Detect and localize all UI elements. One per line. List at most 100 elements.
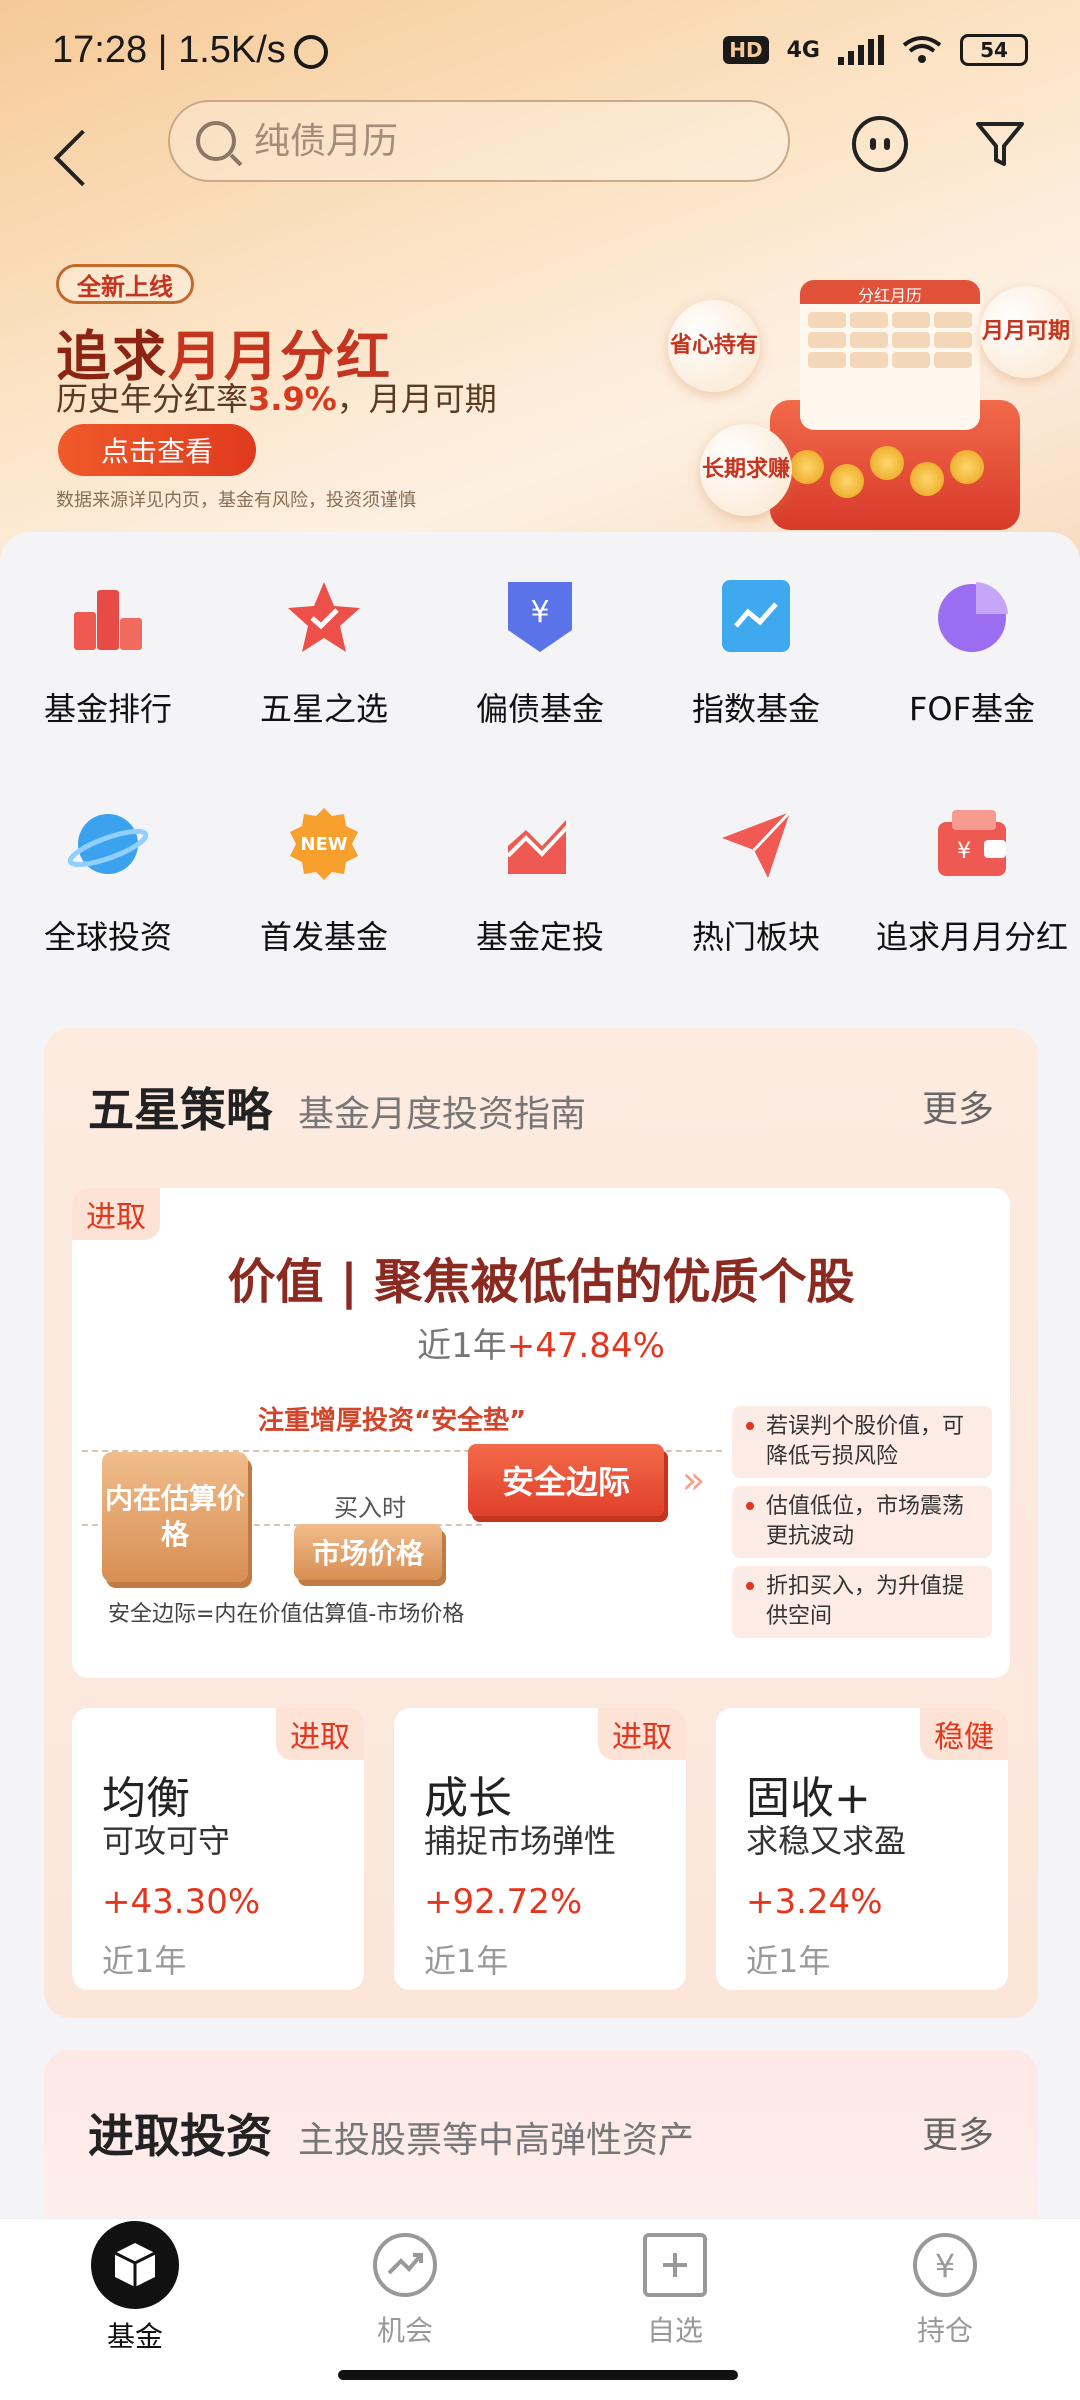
tab-watchlist[interactable]: 自选 (575, 2233, 775, 2349)
double-chevron-icon: » (682, 1458, 706, 1502)
pie-icon (938, 582, 1008, 652)
section-subtitle: 基金月度投资指南 (298, 1094, 587, 1135)
section-title: 进取投资 (88, 2109, 272, 2163)
coin-icon (870, 446, 904, 480)
menu-label: 追求月月分红 (875, 918, 1068, 956)
top-nav (0, 100, 1080, 220)
trend-up-icon (506, 820, 572, 874)
header-background: 17:28 | 1.5K/s HD 4G 54 纯债月历 全新上线 追求月月分红… (0, 0, 1080, 560)
diagram-note: 注重增厚投资“安全垫” (258, 1406, 527, 1436)
new-badge-icon: NEW (290, 808, 358, 880)
menu-label: FOF基金 (908, 690, 1035, 728)
menu-global-invest[interactable]: 全球投资 (0, 804, 216, 958)
cube-icon (91, 2221, 179, 2309)
menu-label: 五星之选 (259, 690, 388, 728)
add-bookmark-icon (643, 2233, 707, 2297)
period-label: 近1年 (417, 1326, 507, 1366)
tab-label: 持仓 (916, 2314, 973, 2347)
benefit-item: 估值低位，市场震荡更抗波动 (732, 1486, 992, 1558)
section-title: 五星策略 (88, 1083, 272, 1137)
menu-five-star[interactable]: 五星之选 (216, 576, 432, 730)
network-label: 4G (786, 37, 820, 63)
planet-icon (67, 814, 149, 874)
strategy-period: 近1年 (424, 1942, 509, 1980)
buy-label: 买入时 (334, 1494, 406, 1522)
menu-index-fund[interactable]: 指数基金 (648, 576, 864, 730)
chart-box-icon (722, 580, 790, 652)
star-icon (288, 582, 360, 652)
yuan-shield-icon: ¥ (508, 582, 572, 652)
strategy-return: +43.30% (102, 1882, 261, 1922)
coin-icon (910, 462, 944, 496)
coin-icon (950, 450, 984, 484)
tab-holdings[interactable]: ¥ 持仓 (845, 2233, 1045, 2349)
strategy-desc: 求稳又求盈 (746, 1822, 907, 1860)
return-value: +47.84% (506, 1326, 665, 1366)
banner-rate: 3.9% (248, 380, 337, 418)
benefit-item: 折扣买入，为升值提供空间 (732, 1566, 992, 1638)
strategy-return: +3.24% (746, 1882, 883, 1922)
strategy-card-balanced[interactable]: 进取 均衡 可攻可守 +43.30% 近1年 (72, 1708, 364, 1990)
signal-icon (838, 35, 884, 65)
benefit-list: 若误判个股价值，可降低亏损风险 估值低位，市场震荡更抗波动 折扣买入，为升值提供… (732, 1406, 992, 1646)
menu-monthly-dividend[interactable]: ¥ 追求月月分红 (864, 804, 1080, 958)
coin-icon (830, 464, 864, 498)
podium-icon (74, 590, 142, 650)
menu-label: 基金定投 (475, 918, 604, 956)
section-subtitle: 主投股票等中高弹性资产 (298, 2120, 695, 2161)
svg-text:¥: ¥ (957, 839, 971, 864)
feature-strategy-card[interactable]: 进取 价值 | 聚焦被低估的优质个股 近1年+47.84% 注重增厚投资“安全垫… (72, 1188, 1010, 1678)
strategy-card-growth[interactable]: 进取 成长 捕捉市场弹性 +92.72% 近1年 (394, 1708, 686, 1990)
tab-opportunity[interactable]: 机会 (305, 2233, 505, 2349)
bubble-long-term: 长期求赚 (700, 424, 792, 516)
menu-label: 偏债基金 (475, 690, 604, 728)
search-input[interactable] (254, 120, 754, 162)
feature-return: 近1年+47.84% (72, 1318, 1010, 1367)
menu-fof-fund[interactable]: FOF基金 (864, 576, 1080, 730)
menu-fund-ranking[interactable]: 基金排行 (0, 576, 216, 730)
menu-hot-sectors[interactable]: 热门板块 (648, 804, 864, 958)
back-icon[interactable] (53, 129, 111, 187)
svg-text:NEW: NEW (300, 834, 347, 855)
wifi-icon (902, 36, 942, 63)
calendar-title: 分红月历 (857, 286, 922, 305)
tab-fund[interactable]: 基金 (35, 2221, 235, 2355)
strategy-card-fixed-income[interactable]: 稳健 固收+ 求稳又求盈 +3.24% 近1年 (716, 1708, 1008, 1990)
trend-icon (373, 2233, 437, 2297)
status-time: 17:28 | 1.5K/s (52, 28, 286, 71)
banner-subtitle-b: ，月月可期 (336, 380, 497, 418)
tab-label: 自选 (646, 2314, 703, 2347)
filter-icon[interactable] (972, 116, 1028, 172)
yuan-icon: ¥ (913, 2233, 977, 2297)
calendar-page: 分红月历 (800, 280, 980, 430)
bubble-hold: 省心持有 (668, 300, 760, 392)
search-bar[interactable] (168, 100, 790, 182)
more-link[interactable]: 更多 (922, 2106, 994, 2158)
benefit-item: 若误判个股价值，可降低亏损风险 (732, 1406, 992, 1478)
svg-text:¥: ¥ (530, 595, 549, 630)
search-icon (196, 121, 236, 161)
alarm-icon (293, 35, 328, 69)
formula-text: 安全边际=内在价值估算值-市场价格 (108, 1602, 465, 1627)
menu-bond-fund[interactable]: ¥ 偏债基金 (432, 576, 648, 730)
menu-fund-sip[interactable]: 基金定投 (432, 804, 648, 958)
strategy-period: 近1年 (746, 1942, 831, 1980)
tab-label: 机会 (376, 2314, 433, 2347)
banner-button[interactable]: 点击查看 (58, 424, 256, 476)
risk-tag: 进取 (598, 1708, 686, 1760)
calendar-illustration[interactable]: 分红月历 省心持有 月月可期 长期求赚 (660, 250, 1072, 540)
more-link[interactable]: 更多 (922, 1080, 994, 1132)
home-indicator[interactable] (338, 2370, 738, 2380)
strategy-desc: 捕捉市场弹性 (424, 1822, 617, 1860)
menu-label: 指数基金 (691, 690, 820, 728)
menu-label: 基金排行 (43, 690, 172, 728)
menu-new-fund[interactable]: NEW 首发基金 (216, 804, 432, 958)
feature-title: 价值 | 聚焦被低估的优质个股 (227, 1254, 855, 1310)
assistant-icon[interactable] (852, 116, 908, 172)
status-bar: 17:28 | 1.5K/s HD 4G 54 (0, 0, 1080, 100)
menu-label: 全球投资 (43, 918, 172, 956)
wallet-icon: ¥ (938, 810, 1006, 876)
coin-icon (790, 450, 824, 484)
risk-tag: 进取 (72, 1188, 160, 1240)
safety-margin-box: 安全边际 (468, 1444, 664, 1516)
